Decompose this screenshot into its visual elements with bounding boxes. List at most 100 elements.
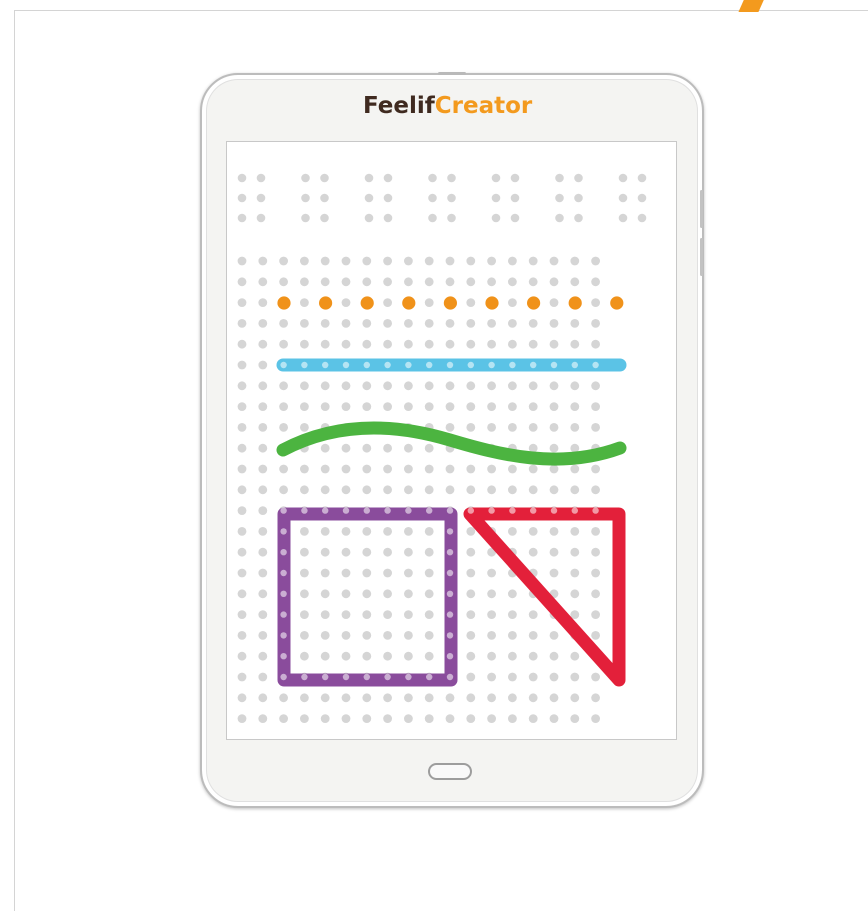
pin-dot bbox=[528, 547, 538, 557]
pin-dot bbox=[445, 714, 455, 723]
pin-dot bbox=[487, 277, 496, 287]
pin-dot bbox=[445, 319, 455, 328]
pin-dot bbox=[279, 319, 288, 328]
pin-dot bbox=[383, 277, 392, 287]
pin-dot bbox=[279, 464, 288, 474]
pin-dot bbox=[570, 423, 580, 432]
pin-dot bbox=[258, 443, 268, 453]
pin-dot bbox=[362, 568, 372, 578]
pin-dot bbox=[508, 651, 517, 661]
pin-dot bbox=[300, 651, 309, 661]
pin-dot bbox=[404, 631, 413, 640]
pin-dot bbox=[591, 547, 600, 557]
pin-dot bbox=[258, 693, 268, 703]
pin-dot bbox=[362, 714, 372, 723]
pin-dot bbox=[362, 339, 372, 349]
pin-dot bbox=[320, 610, 330, 619]
braille-dot bbox=[618, 193, 628, 203]
pin-highlight bbox=[488, 361, 495, 369]
pin-dot bbox=[383, 339, 392, 349]
pin-dot bbox=[237, 443, 247, 453]
pin-dot bbox=[383, 319, 392, 328]
pin-dot bbox=[549, 527, 559, 536]
pin-dot bbox=[487, 672, 496, 682]
pin-highlight bbox=[363, 507, 370, 514]
braille-dot bbox=[301, 173, 310, 183]
pin-dot bbox=[341, 568, 351, 578]
pin-dot bbox=[508, 485, 517, 495]
tactile-pin-display[interactable] bbox=[0, 0, 868, 866]
pin-dot bbox=[424, 319, 434, 328]
pin-highlight bbox=[530, 507, 537, 514]
pin-dot bbox=[341, 631, 351, 640]
pin-dot bbox=[549, 464, 559, 474]
pin-dot bbox=[300, 589, 309, 599]
orange-dot-row[interactable] bbox=[277, 296, 624, 310]
braille-dot bbox=[637, 193, 647, 203]
pin-highlight bbox=[384, 361, 391, 369]
pin-dot bbox=[300, 610, 309, 619]
pin-dot bbox=[258, 631, 268, 640]
pin-dot bbox=[570, 547, 580, 557]
pin-dot bbox=[487, 485, 496, 495]
pin-dot bbox=[508, 256, 517, 266]
pin-dot bbox=[320, 568, 330, 578]
pin-dot bbox=[424, 443, 434, 453]
pin-dot bbox=[466, 339, 476, 349]
pin-dot bbox=[424, 402, 434, 411]
pin-highlight bbox=[280, 361, 287, 369]
pin-dot bbox=[362, 443, 372, 453]
pin-dot bbox=[258, 527, 268, 536]
pin-dot bbox=[466, 485, 476, 495]
pin-dot bbox=[591, 402, 600, 411]
braille-dot bbox=[574, 193, 583, 203]
pin-dot bbox=[404, 693, 413, 703]
pin-dot bbox=[528, 693, 538, 703]
green-wave[interactable] bbox=[276, 421, 627, 466]
pin-dot bbox=[320, 256, 330, 266]
pin-dot bbox=[549, 298, 559, 307]
pin-dot bbox=[237, 610, 247, 619]
pin-dot bbox=[300, 714, 309, 723]
pin-dot bbox=[258, 714, 268, 723]
pin-dot bbox=[487, 402, 496, 411]
pin-dot bbox=[300, 485, 309, 495]
pin-highlight bbox=[509, 361, 516, 369]
braille-dot bbox=[320, 213, 329, 223]
braille-dot bbox=[364, 173, 374, 183]
pin-dot bbox=[508, 631, 517, 640]
pin-highlight bbox=[571, 361, 578, 369]
pin-dot bbox=[237, 693, 247, 703]
pin-highlight bbox=[446, 653, 454, 660]
braille-dot bbox=[555, 193, 564, 203]
pin-dot bbox=[362, 610, 372, 619]
pin-dot bbox=[279, 423, 288, 432]
pin-dot bbox=[341, 610, 351, 619]
pin-dot bbox=[320, 527, 330, 536]
pin-dot bbox=[508, 527, 517, 536]
pin-highlight bbox=[446, 361, 454, 369]
pin-dot bbox=[508, 277, 517, 287]
pin-dot bbox=[549, 381, 559, 391]
pin-dot bbox=[258, 339, 268, 349]
pin-dot bbox=[487, 714, 496, 723]
pin-dot bbox=[237, 381, 247, 391]
pin-dot bbox=[591, 714, 600, 723]
pin-dot bbox=[570, 693, 580, 703]
pin-dot bbox=[549, 485, 559, 495]
home-button-icon[interactable] bbox=[428, 763, 472, 780]
pin-highlight bbox=[426, 507, 433, 514]
braille-dot bbox=[555, 173, 564, 183]
pin-dot bbox=[549, 568, 559, 578]
pin-dot bbox=[383, 547, 392, 557]
pin-dot bbox=[424, 381, 434, 391]
pin-dot bbox=[300, 631, 309, 640]
pin-dot bbox=[341, 527, 351, 536]
pin-dot bbox=[549, 443, 559, 453]
braille-dot bbox=[320, 193, 329, 203]
pin-dot bbox=[424, 298, 434, 307]
pin-highlight bbox=[446, 569, 454, 577]
pin-dot bbox=[404, 339, 413, 349]
pin-highlight bbox=[467, 507, 474, 514]
pin-dot bbox=[237, 256, 247, 266]
